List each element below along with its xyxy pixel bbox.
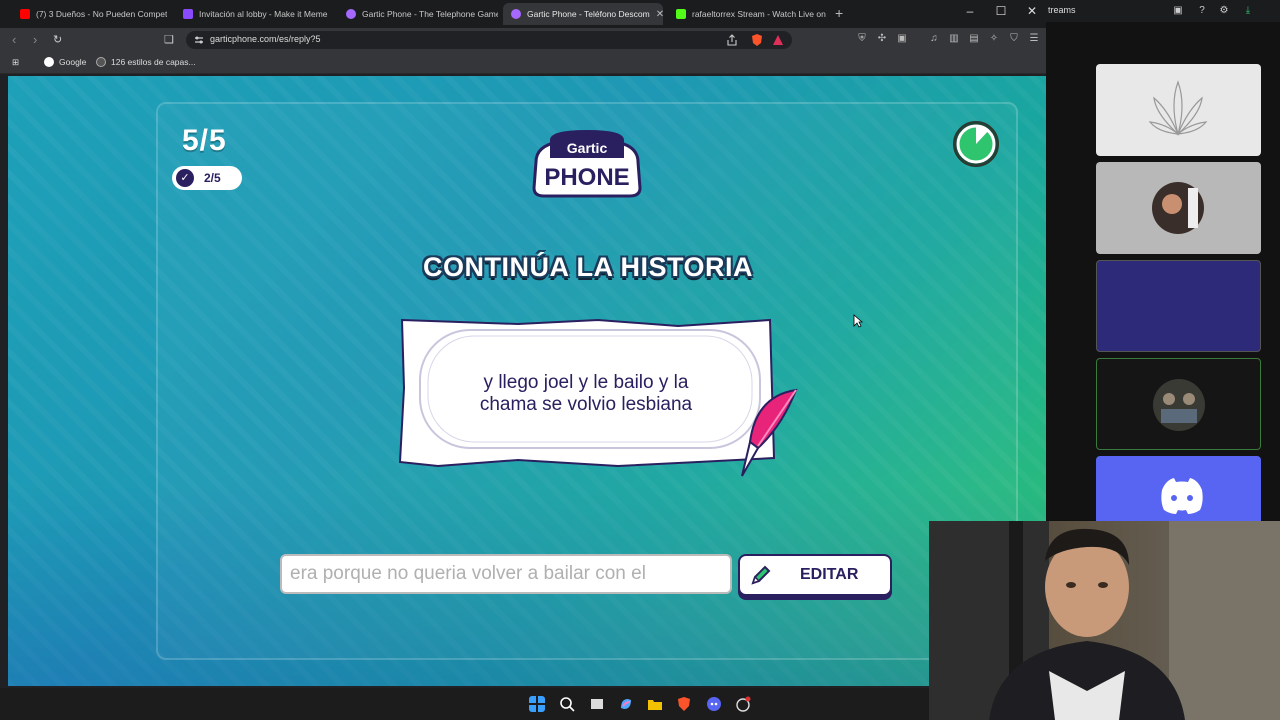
minimize-icon[interactable]: – <box>955 4 985 18</box>
close-tab-icon[interactable]: ✕ <box>656 9 663 20</box>
streams-panel: treams ▣ ? ⚙ ⤓ <box>1046 0 1280 526</box>
quill-icon <box>741 388 798 477</box>
story-answer-input[interactable]: era porque no queria volver a bailar con… <box>280 554 732 594</box>
new-tab-button[interactable]: + <box>835 5 843 21</box>
bookmark-icon[interactable]: ❑ <box>164 33 174 46</box>
url-bar[interactable]: garticphone.com/es/reply?5 <box>186 31 792 49</box>
story-line: chama se volvio lesbiana <box>479 394 693 415</box>
pip-icon[interactable]: ▣ <box>1172 5 1184 17</box>
close-window-icon[interactable]: ✕ <box>1017 4 1047 18</box>
gartic-phone-logo: Gartic PHONE <box>532 130 642 198</box>
timer-icon <box>953 121 999 167</box>
stream-tile-group[interactable] <box>1096 358 1261 450</box>
menu-icon[interactable]: ☰ <box>1028 33 1040 45</box>
make-it-meme-icon <box>183 9 193 19</box>
gartic-phone-icon <box>346 9 356 19</box>
kick-icon <box>676 9 686 19</box>
tab-make-it-meme[interactable]: Invitación al lobby - Make it Meme <box>175 3 330 25</box>
avatar <box>1152 182 1204 234</box>
bookmarks-bar: ⊞ Google 126 estilos de capas... <box>0 52 1046 74</box>
apps-icon[interactable]: ⊞ <box>12 57 19 68</box>
story-line: y llego joel y le bailo y la <box>483 372 689 393</box>
back-icon[interactable]: ‹ <box>12 32 16 47</box>
discord-icon <box>1161 478 1203 514</box>
globe-icon <box>96 57 106 67</box>
wallet-icon[interactable]: ▤ <box>968 33 980 45</box>
brave-shields-icon[interactable] <box>750 33 764 47</box>
pencil-icon <box>751 565 771 585</box>
tab-youtube[interactable]: (7) 3 Dueños - No Pueden Competir <box>12 3 167 25</box>
taskbar <box>0 688 929 720</box>
bookmark-google[interactable]: Google <box>44 57 86 67</box>
extension-puzzle-icon[interactable]: ✣ <box>876 33 888 45</box>
windows-icon[interactable] <box>529 696 545 712</box>
forward-icon[interactable]: › <box>33 32 37 47</box>
maximize-icon[interactable]: ☐ <box>986 4 1016 18</box>
youtube-icon <box>20 9 30 19</box>
tab-title: rafaeltorrex Stream - Watch Live on <box>692 9 826 19</box>
bookmark-label: Google <box>59 57 87 67</box>
media-icon[interactable]: ♫ <box>928 33 940 45</box>
vpn-icon[interactable]: ⛉ <box>1008 33 1020 45</box>
story-text: y llego joel y le bailo y la chama se vo… <box>438 372 734 416</box>
tab-title: Gartic Phone - Teléfono Descom <box>527 9 650 19</box>
edit-button[interactable]: EDITAR <box>738 554 892 596</box>
streams-panel-header: treams ▣ ? ⚙ ⤓ <box>1046 0 1280 22</box>
address-toolbar: ‹ › ↻ ❑ garticphone.com/es/reply?5 ⛨ ✣ ▣… <box>0 28 1046 52</box>
file-explorer-icon[interactable] <box>647 696 663 712</box>
stream-tile-discord[interactable] <box>1096 456 1261 526</box>
sidebar-icon[interactable]: ▥ <box>948 33 960 45</box>
tab-kick-stream[interactable]: rafaeltorrex Stream - Watch Live on <box>668 3 828 25</box>
game-page: 5/5 ✓ 2/5 Gartic PHONE CONTINÚA LA HISTO… <box>8 76 1046 686</box>
extension-shield-icon[interactable]: ⛨ <box>856 33 868 45</box>
brave-icon[interactable] <box>676 696 692 712</box>
site-settings-icon[interactable] <box>194 35 204 45</box>
bookmark-capas[interactable]: 126 estilos de capas... <box>96 57 196 67</box>
players-done-badge: ✓ 2/5 <box>172 166 242 190</box>
leaf-logo-icon <box>1148 80 1208 137</box>
copilot-icon[interactable] <box>618 696 634 712</box>
download-icon[interactable]: ⤓ <box>1242 5 1254 17</box>
mouse-cursor-icon <box>853 314 863 328</box>
reload-icon[interactable]: ↻ <box>53 33 62 46</box>
round-counter: 5/5 <box>182 124 227 157</box>
streams-panel-title: treams <box>1048 5 1076 15</box>
group-photo <box>1153 379 1205 431</box>
tab-title: Gartic Phone - The Telephone Game <box>362 9 498 19</box>
tab-bar: (7) 3 Dueños - No Pueden Competir Invita… <box>0 0 1046 28</box>
gartic-phone-icon <box>511 9 521 19</box>
check-icon: ✓ <box>176 169 194 187</box>
page-title: CONTINÚA LA HISTORIA <box>423 252 753 282</box>
stream-tile-blank[interactable] <box>1096 260 1261 352</box>
logo-top-text: Gartic <box>567 140 608 156</box>
logo-bottom-text: PHONE <box>544 164 629 191</box>
search-icon[interactable] <box>559 696 575 712</box>
app-icon[interactable] <box>735 696 751 712</box>
tab-title: (7) 3 Dueños - No Pueden Competir <box>36 9 167 19</box>
share-icon[interactable] <box>726 34 738 46</box>
stream-tile-leaf[interactable] <box>1096 64 1261 156</box>
google-icon <box>44 57 54 67</box>
tab-gartic-phone-es[interactable]: Gartic Phone - Teléfono Descom ✕ <box>503 3 663 25</box>
webcam-overlay <box>929 521 1280 720</box>
help-icon[interactable]: ? <box>1196 5 1208 17</box>
players-done-count: 2/5 <box>204 171 221 185</box>
task-view-icon[interactable] <box>589 696 605 712</box>
extension-box-icon[interactable]: ▣ <box>896 33 908 45</box>
screen: (7) 3 Dueños - No Pueden Competir Invita… <box>0 0 1280 720</box>
webcam-person <box>929 521 1280 720</box>
stream-tile-avatar[interactable] <box>1096 162 1261 254</box>
edit-button-label: EDITAR <box>800 566 859 583</box>
bookmark-label: 126 estilos de capas... <box>111 57 196 67</box>
url-text: garticphone.com/es/reply?5 <box>210 34 321 44</box>
discord-icon[interactable] <box>706 696 722 712</box>
leo-ai-icon[interactable]: ✧ <box>988 33 1000 45</box>
tab-title: Invitación al lobby - Make it Meme <box>199 9 328 19</box>
brave-rewards-icon[interactable] <box>772 34 784 46</box>
tab-gartic-phone-en[interactable]: Gartic Phone - The Telephone Game <box>338 3 498 25</box>
